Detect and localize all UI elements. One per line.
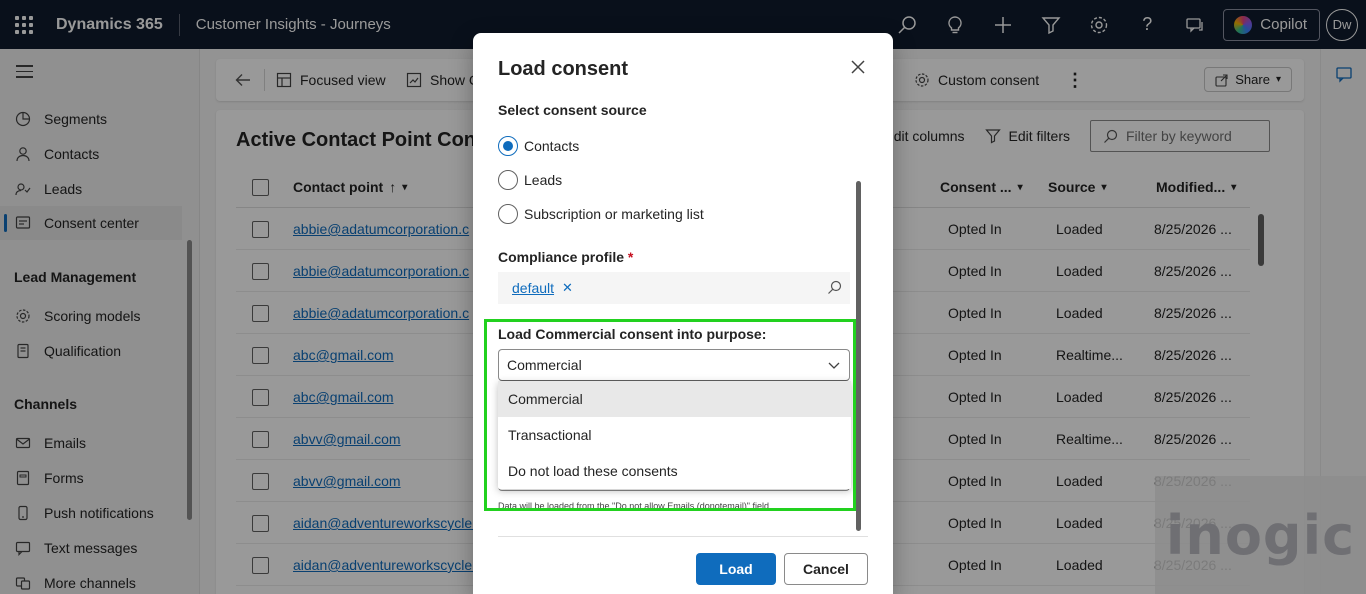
close-button[interactable] (846, 55, 870, 79)
consent-source-label: Select consent source (498, 102, 647, 118)
remove-tag-icon[interactable]: ✕ (562, 280, 573, 296)
load-button[interactable]: Load (696, 553, 776, 585)
compliance-profile-lookup[interactable]: default ✕ (498, 272, 850, 304)
dialog-divider (498, 536, 868, 537)
radio-subscription-list[interactable]: Subscription or marketing list (498, 203, 704, 225)
radio-label: Contacts (524, 138, 580, 154)
radio-button[interactable] (498, 204, 518, 224)
search-icon (828, 280, 842, 294)
radio-contacts[interactable]: Contacts (498, 135, 579, 157)
radio-button[interactable] (498, 170, 518, 190)
radio-label: Subscription or marketing list (524, 206, 704, 222)
load-consent-dialog: Load consent Select consent source Conta… (473, 33, 893, 594)
required-indicator: * (627, 249, 634, 265)
compliance-tag[interactable]: default (512, 280, 554, 296)
radio-label: Leads (524, 172, 563, 188)
cancel-button[interactable]: Cancel (784, 553, 868, 585)
radio-button[interactable] (498, 136, 518, 156)
dialog-scrollbar[interactable] (856, 181, 861, 531)
radio-leads[interactable]: Leads (498, 169, 562, 191)
dialog-title: Load consent (498, 58, 629, 80)
close-icon (851, 60, 865, 74)
compliance-label-text: Compliance profile (498, 249, 625, 265)
compliance-profile-label: Compliance profile * (498, 249, 633, 265)
highlight-box (484, 319, 856, 511)
